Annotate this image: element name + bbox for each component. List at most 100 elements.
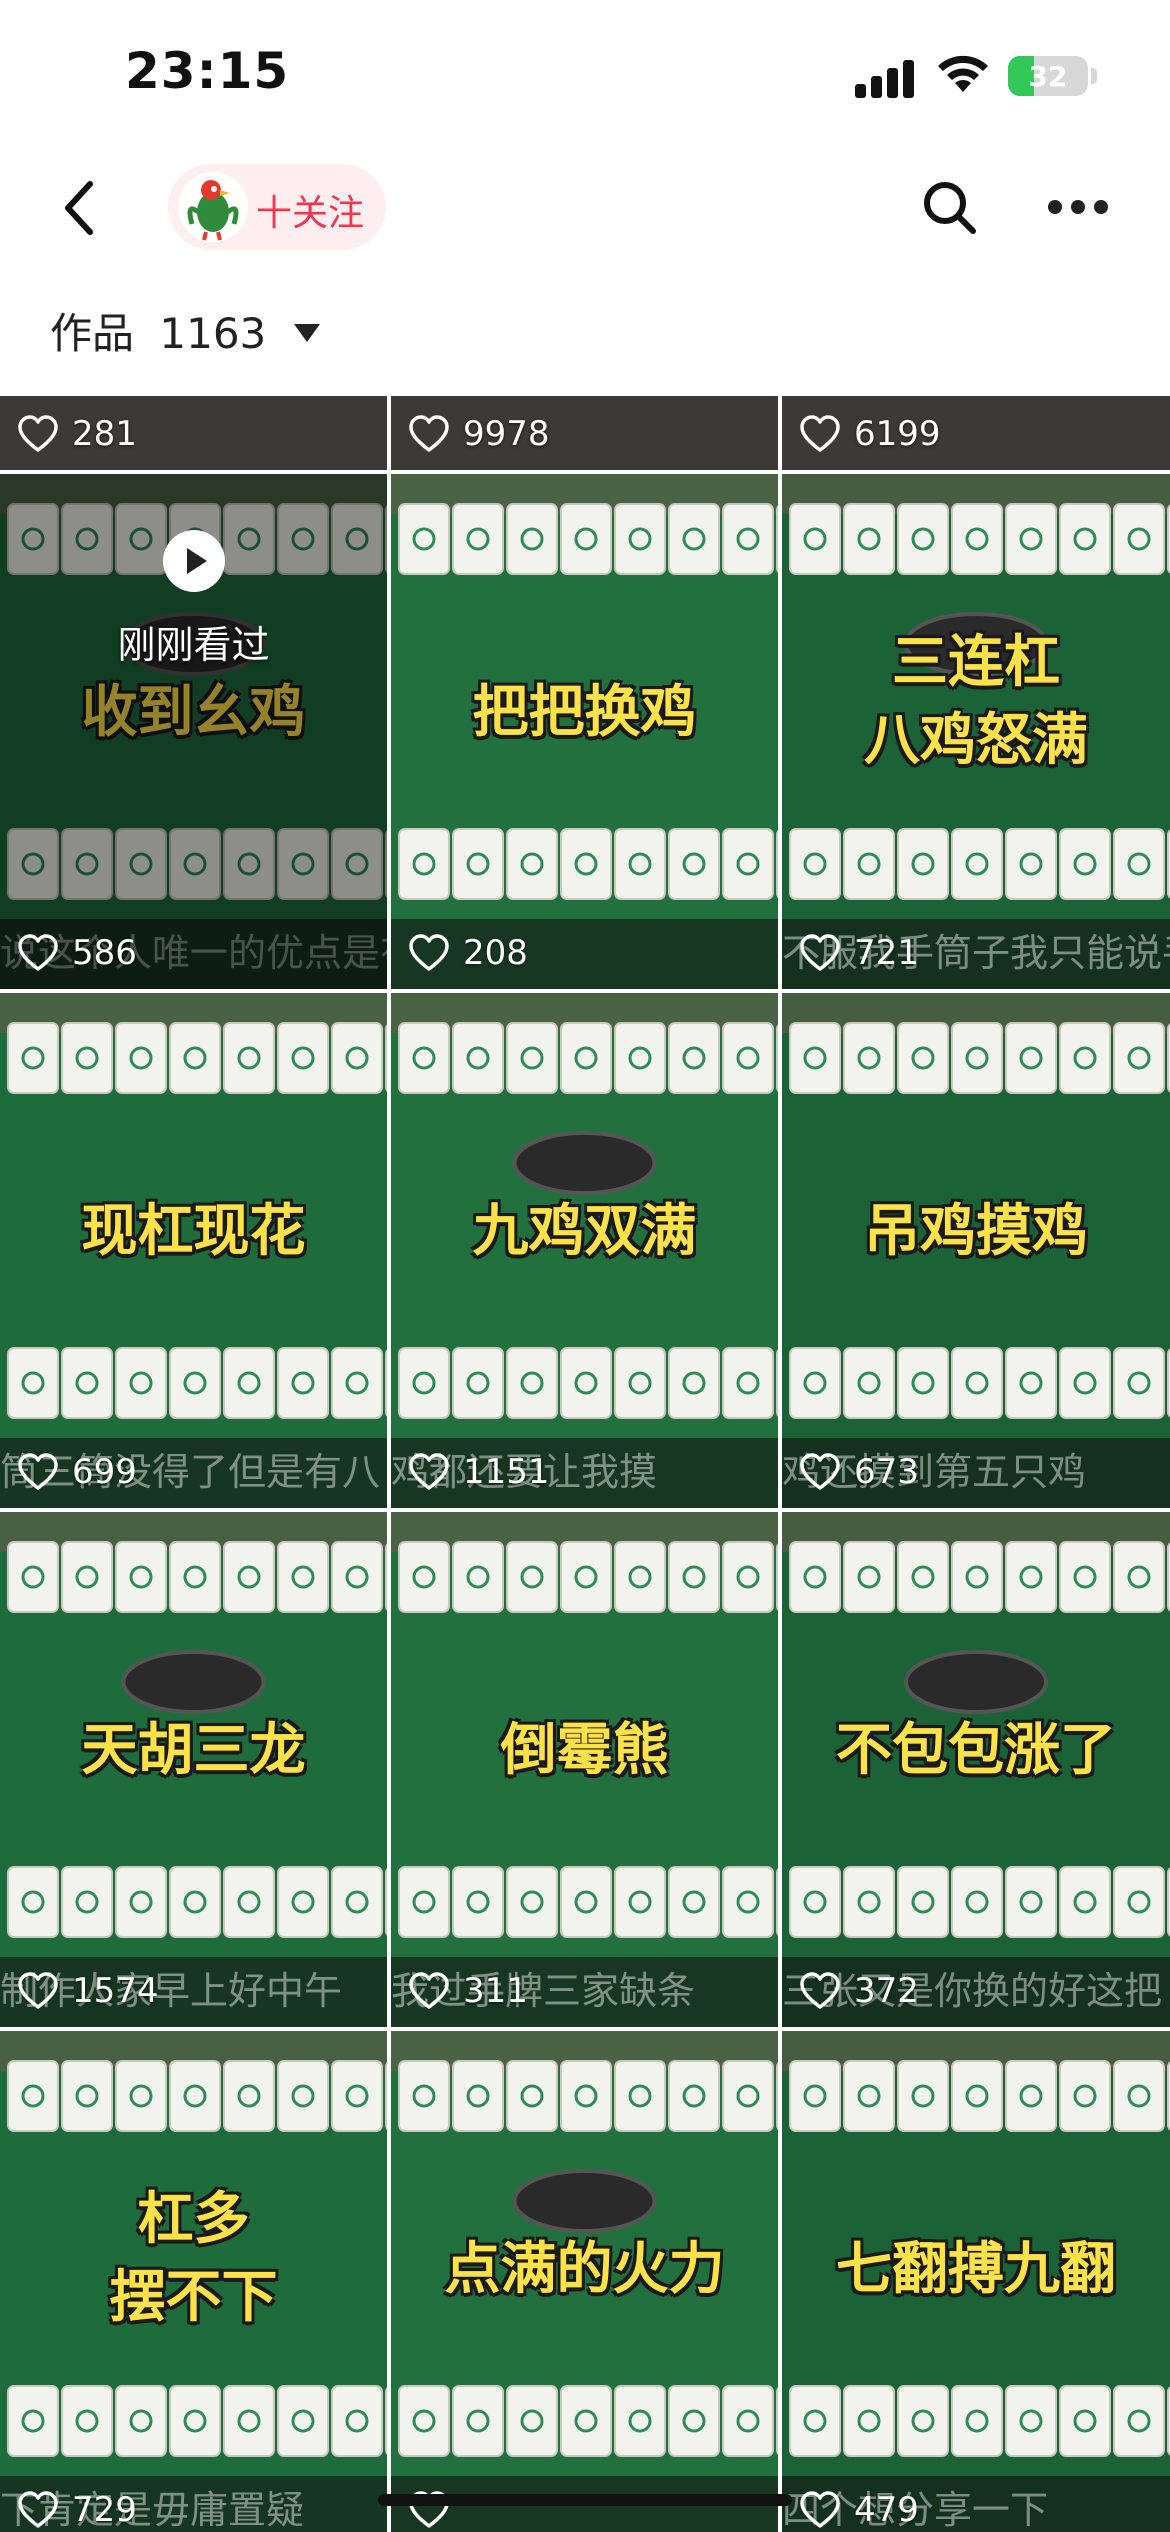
like-count-value: 9978 [463,414,550,454]
video-card[interactable]: 收到幺鸡说这个人唯一的优点是有好处但对方子有点好但是刚刚看过586 [0,474,387,989]
like-count: 479 [800,2488,919,2532]
home-indicator [378,2494,792,2506]
cellular-signal-icon [855,58,917,98]
video-caption-line: 摆不下 [109,2265,278,2330]
video-card[interactable]: 点满的火力 [391,2031,778,2532]
video-caption-line: 天胡三龙 [81,1718,306,1783]
video-caption-line: 把把换鸡 [472,680,697,745]
like-count-value: 372 [854,1971,919,2011]
like-count: 1151 [409,1450,550,1494]
heart-icon [800,2491,840,2528]
wifi-icon [938,55,988,92]
video-caption: 三连杠 八鸡怒满 [782,624,1170,780]
video-thumbnail-partial[interactable]: 9978 [391,396,778,470]
like-count: 311 [409,1969,528,2013]
like-count: 721 [800,931,919,975]
like-count-value: 699 [72,1452,137,1492]
like-count-value: 1151 [463,1452,550,1492]
video-caption: 不包包涨了 [782,1712,1170,1790]
like-count-value: 586 [72,933,137,973]
heart-icon [800,415,840,452]
like-count-value: 208 [463,933,528,973]
search-icon[interactable] [918,176,982,240]
video-caption-line: 八鸡怒满 [864,708,1088,773]
like-count: 586 [18,931,137,975]
heart-icon [409,415,449,452]
video-card[interactable]: 天胡三龙 制作人家早上好中午 1574 [0,1512,387,2027]
video-card[interactable]: 三连杠 八鸡怒满 不服我手筒子我只能说手 721 [782,474,1170,989]
heart-icon [18,415,58,452]
like-count-value: 729 [72,2490,137,2530]
heart-icon [18,1972,58,2009]
video-caption-line: 七翻搏九翻 [836,2237,1116,2302]
follow-button[interactable]: 十关注 [168,164,386,250]
more-options-icon[interactable] [1048,200,1108,216]
video-card[interactable]: 九鸡双满 鸡都还要让我摸 1151 [391,993,778,1508]
heart-icon [18,1453,58,1490]
video-card[interactable]: 倒霉熊 我过手牌三家缺条 311 [391,1512,778,2027]
like-count: 6199 [800,412,941,456]
like-count: 699 [18,1450,137,1494]
video-caption: 吊鸡摸鸡 [782,1193,1170,1271]
back-arrow-icon[interactable] [50,176,114,240]
like-count-value: 311 [463,1971,528,2011]
like-count: 673 [800,1450,919,1494]
video-caption-line: 杠多 [137,2187,250,2252]
video-grid: 28199786199收到幺鸡说这个人唯一的优点是有好处但对方子有点好但是刚刚看… [0,396,1170,2532]
avatar[interactable] [178,172,248,242]
video-caption: 把把换鸡 [391,674,778,752]
video-caption-line: 吊鸡摸鸡 [864,1199,1088,1264]
like-count: 372 [800,1969,919,2013]
like-count: 208 [409,931,528,975]
video-caption: 现杠现花 [0,1193,387,1271]
caret-down-icon [293,323,320,342]
recently-watched-label: 刚刚看过 [117,623,270,667]
video-caption-line: 三连杠 [892,630,1060,695]
play-icon[interactable] [163,530,225,592]
nav-bar: 十关注 [0,150,1170,270]
follow-label: 十关注 [256,193,365,234]
video-card[interactable]: 吊鸡摸鸡 鸡还摸到第五只鸡 673 [782,993,1170,1508]
status-bar: 23:15 32 [0,0,1170,150]
heart-icon [18,934,58,971]
like-count: 281 [18,412,137,456]
works-filter[interactable]: 作品 1163 [50,300,320,364]
video-caption-line: 现杠现花 [81,1199,306,1264]
like-count-value: 1574 [72,1971,159,2011]
video-card[interactable]: 七翻搏九翻 四个想分享一下 479 [782,2031,1170,2532]
battery-percent: 32 [1028,60,1068,93]
heart-icon [800,1972,840,2009]
like-count-value: 6199 [854,414,941,454]
like-count-value: 673 [854,1452,919,1492]
video-thumbnail-partial[interactable]: 6199 [782,396,1170,470]
status-time: 23:15 [125,42,290,100]
works-label: 作品 [50,309,135,358]
video-caption-line: 九鸡双满 [472,1199,697,1264]
bird-logo-icon [187,180,239,241]
video-caption-line: 点满的火力 [444,2237,725,2302]
video-caption: 杠多 摆不下 [0,2181,387,2337]
video-caption: 天胡三龙 [0,1712,387,1790]
video-caption: 点满的火力 [391,2231,778,2309]
battery-tip [1091,68,1097,84]
heart-icon [409,1972,449,2009]
video-caption-line: 倒霉熊 [500,1718,669,1783]
video-card[interactable]: 现杠现花 筒三筒没得了但是有八 699 [0,993,387,1508]
heart-icon [409,934,449,971]
video-caption: 倒霉熊 [391,1712,778,1790]
works-count: 1163 [159,309,267,358]
video-card[interactable]: 杠多 摆不下 下肯定是毋庸置疑 729 [0,2031,387,2532]
like-count-value: 281 [72,414,137,454]
video-thumbnail-partial[interactable]: 281 [0,396,387,470]
video-caption: 九鸡双满 [391,1193,778,1271]
video-card[interactable]: 把把换鸡 208 [391,474,778,989]
heart-icon [800,1453,840,1490]
like-count-value: 721 [854,933,919,973]
battery-icon: 32 [1008,56,1088,96]
video-caption: 七翻搏九翻 [782,2231,1170,2309]
video-card[interactable]: 不包包涨了 三张又是你换的好这把 372 [782,1512,1170,2027]
video-caption-line: 不包包涨了 [836,1718,1116,1783]
heart-icon [18,2491,58,2528]
heart-icon [800,934,840,971]
like-count: 1574 [18,1969,159,2013]
